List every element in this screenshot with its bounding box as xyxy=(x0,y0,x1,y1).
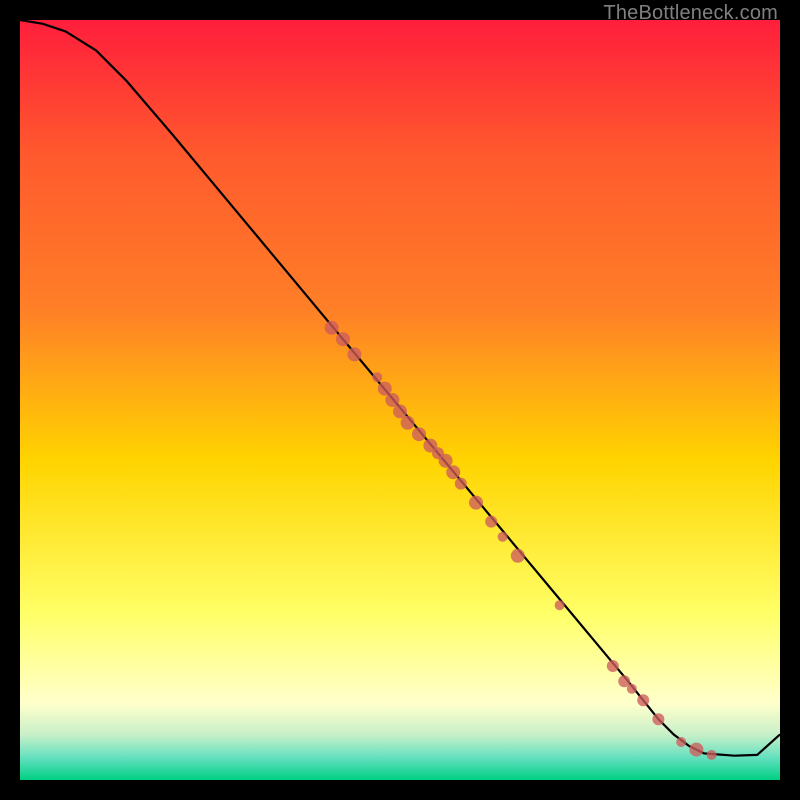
data-point xyxy=(412,427,426,441)
data-point xyxy=(393,404,407,418)
data-point xyxy=(652,713,664,725)
data-point xyxy=(555,600,565,610)
watermark-text: TheBottleneck.com xyxy=(603,2,778,25)
plot-area xyxy=(20,20,780,780)
data-point xyxy=(689,743,703,757)
data-point xyxy=(637,694,649,706)
plot-svg xyxy=(20,20,780,780)
data-point xyxy=(385,393,399,407)
chart-frame: TheBottleneck.com xyxy=(0,0,800,800)
data-point xyxy=(455,478,467,490)
data-point xyxy=(325,321,339,335)
data-point xyxy=(372,372,382,382)
data-point xyxy=(378,382,392,396)
gradient-background xyxy=(20,20,780,780)
data-point xyxy=(676,737,686,747)
data-point xyxy=(498,532,508,542)
data-point xyxy=(511,549,525,563)
data-point xyxy=(469,496,483,510)
data-point xyxy=(401,416,415,430)
data-point xyxy=(347,347,361,361)
data-point xyxy=(485,516,497,528)
data-point xyxy=(336,332,350,346)
data-point xyxy=(627,684,637,694)
data-point xyxy=(446,465,460,479)
data-point xyxy=(607,660,619,672)
data-point xyxy=(707,750,717,760)
data-point xyxy=(439,454,453,468)
